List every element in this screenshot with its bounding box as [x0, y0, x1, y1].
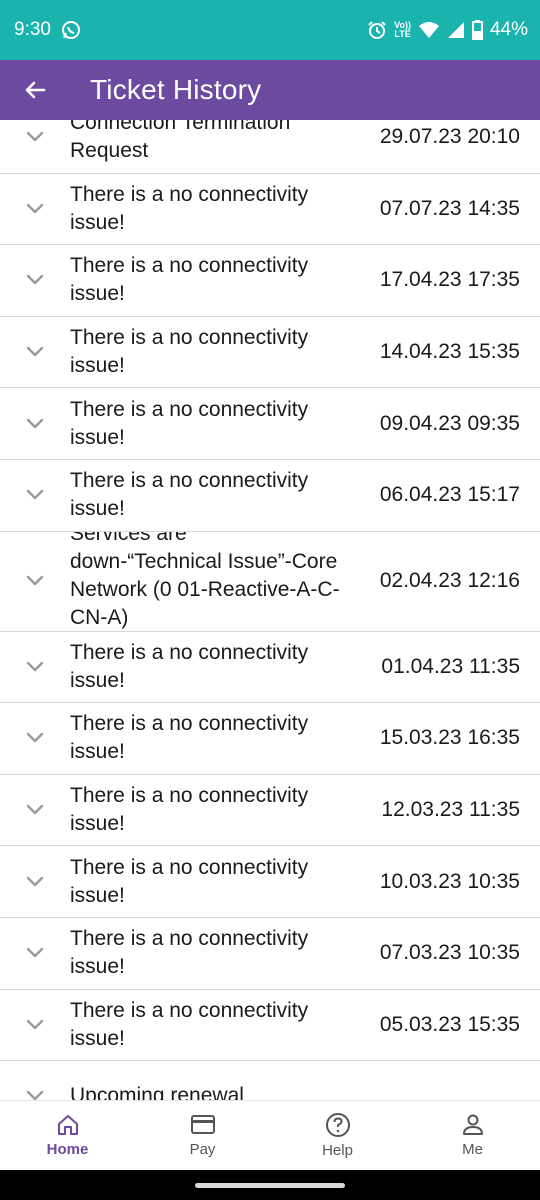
nav-help[interactable]: Help: [270, 1101, 405, 1170]
ticket-row[interactable]: Connection Termination Request 29.07.23 2…: [0, 120, 540, 174]
ticket-row[interactable]: There is a no connectivity issue! 07.07.2…: [0, 174, 540, 246]
ticket-row[interactable]: There is a no connectivity issue! 15.03.2…: [0, 703, 540, 775]
chevron-down-icon[interactable]: [0, 131, 70, 143]
ticket-date: 05.03.23 15:35: [379, 1012, 520, 1036]
nav-me[interactable]: Me: [405, 1101, 540, 1170]
ticket-date: 14.04.23 15:35: [379, 340, 520, 364]
nav-home[interactable]: Home: [0, 1101, 135, 1170]
ticket-row[interactable]: There is a no connectivity issue! 17.04.2…: [0, 245, 540, 317]
chevron-down-icon[interactable]: [0, 575, 70, 587]
battery-icon: [471, 20, 483, 40]
ticket-row[interactable]: There is a no connectivity issue! 05.03.2…: [0, 990, 540, 1062]
ticket-row[interactable]: There is a no connectivity issue! 09.04.2…: [0, 388, 540, 460]
person-icon: [462, 1114, 483, 1135]
ticket-title: There is a no connectivity issue!: [70, 927, 309, 979]
chevron-down-icon[interactable]: [0, 274, 70, 286]
arrow-left-icon: [25, 81, 46, 99]
ticket-date: 09.04.23 09:35: [379, 411, 520, 435]
ticket-list[interactable]: Connection Termination Request 29.07.23 2…: [0, 120, 540, 1100]
signal-icon: [447, 21, 465, 39]
help-icon: [325, 1113, 350, 1137]
ticket-row[interactable]: There is a no connectivity issue! 14.04.2…: [0, 317, 540, 389]
chevron-down-icon[interactable]: [0, 203, 70, 215]
bottom-nav: Home Pay Help Me: [0, 1100, 540, 1170]
card-icon: [190, 1115, 215, 1134]
battery-percent: 44%: [489, 19, 528, 40]
ticket-row[interactable]: There is a no connectivity issue! 07.03.2…: [0, 918, 540, 990]
ticket-title: There is a no connectivity issue!: [70, 998, 309, 1050]
back-button[interactable]: [0, 60, 70, 120]
whatsapp-icon: [61, 20, 81, 40]
alarm-icon: [367, 20, 387, 40]
ticket-date: 15.03.23 16:35: [379, 726, 520, 750]
nav-pay-label: Pay: [189, 1141, 216, 1158]
status-left: 9:30: [14, 19, 81, 41]
ticket-title: There is a no connectivity issue!: [70, 855, 309, 907]
chevron-down-icon[interactable]: [0, 947, 70, 959]
ticket-title: There is a no connectivity issue!: [70, 182, 309, 234]
chevron-down-icon[interactable]: [0, 418, 70, 430]
chevron-down-icon[interactable]: [0, 346, 70, 358]
ticket-title: Upcoming renewal: [70, 1084, 244, 1100]
nav-pay[interactable]: Pay: [135, 1101, 270, 1170]
ticket-row[interactable]: There is a no connectivity issue! 10.03.2…: [0, 846, 540, 918]
chevron-down-icon[interactable]: [0, 489, 70, 501]
wifi-icon: [418, 21, 440, 39]
ticket-title: There is a no connectivity issue!: [70, 397, 309, 449]
ticket-list-inner: Connection Termination Request 29.07.23 2…: [0, 120, 540, 1100]
ticket-title: There is a no connectivity issue!: [70, 784, 309, 836]
chevron-down-icon[interactable]: [0, 661, 70, 673]
ticket-title: There is a no connectivity issue!: [70, 712, 309, 764]
chevron-down-icon[interactable]: [0, 804, 70, 816]
ticket-date: 01.04.23 11:35: [381, 654, 520, 678]
ticket-row[interactable]: There is a no connectivity issue! 01.04.2…: [0, 632, 540, 704]
ticket-row[interactable]: There is a no connectivity issue! 06.04.2…: [0, 460, 540, 532]
ticket-date: 12.03.23 11:35: [381, 798, 520, 822]
ticket-row[interactable]: Upcoming renewal: [0, 1061, 540, 1100]
app-bar: Ticket History: [0, 60, 540, 120]
ticket-row[interactable]: There is a no connectivity issue! 12.03.2…: [0, 775, 540, 847]
status-right: Vo)) LTE 44%: [367, 19, 528, 41]
ticket-date: 07.03.23 10:35: [379, 941, 520, 965]
chevron-down-icon[interactable]: [0, 1090, 70, 1100]
home-icon: [57, 1115, 78, 1135]
nav-home-label: Home: [46, 1141, 89, 1158]
gesture-handle[interactable]: [195, 1182, 345, 1188]
status-bar: 9:30 Vo)) LTE 44%: [0, 0, 540, 60]
ticket-date: 10.03.23 10:35: [379, 869, 520, 893]
ticket-date: 02.04.23 12:16: [379, 569, 520, 593]
ticket-date: 07.07.23 14:35: [379, 196, 520, 220]
ticket-title: There is a no connectivity issue!: [70, 640, 309, 692]
ticket-title: Services are down-“Technical Issue”-Core…: [70, 531, 340, 630]
nav-help-label: Help: [322, 1142, 353, 1159]
chevron-down-icon[interactable]: [0, 732, 70, 744]
ticket-date: 17.04.23 17:35: [379, 268, 520, 292]
ticket-title: There is a no connectivity issue!: [70, 254, 309, 306]
nav-me-label: Me: [462, 1141, 483, 1158]
ticket-date: 06.04.23 15:17: [379, 483, 520, 507]
system-gesture-bar: [0, 1170, 540, 1200]
chevron-down-icon[interactable]: [0, 876, 70, 888]
volte-indicator: Vo)) LTE: [394, 20, 411, 39]
ticket-row[interactable]: Services are down-“Technical Issue”-Core…: [0, 532, 540, 632]
ticket-title: Connection Termination Request: [70, 120, 291, 163]
ticket-title: There is a no connectivity issue!: [70, 469, 309, 521]
page-title: Ticket History: [90, 74, 262, 105]
chevron-down-icon[interactable]: [0, 1019, 70, 1031]
ticket-date: 29.07.23 20:10: [379, 125, 520, 149]
ticket-title: There is a no connectivity issue!: [70, 326, 309, 378]
clock: 9:30: [14, 19, 51, 40]
